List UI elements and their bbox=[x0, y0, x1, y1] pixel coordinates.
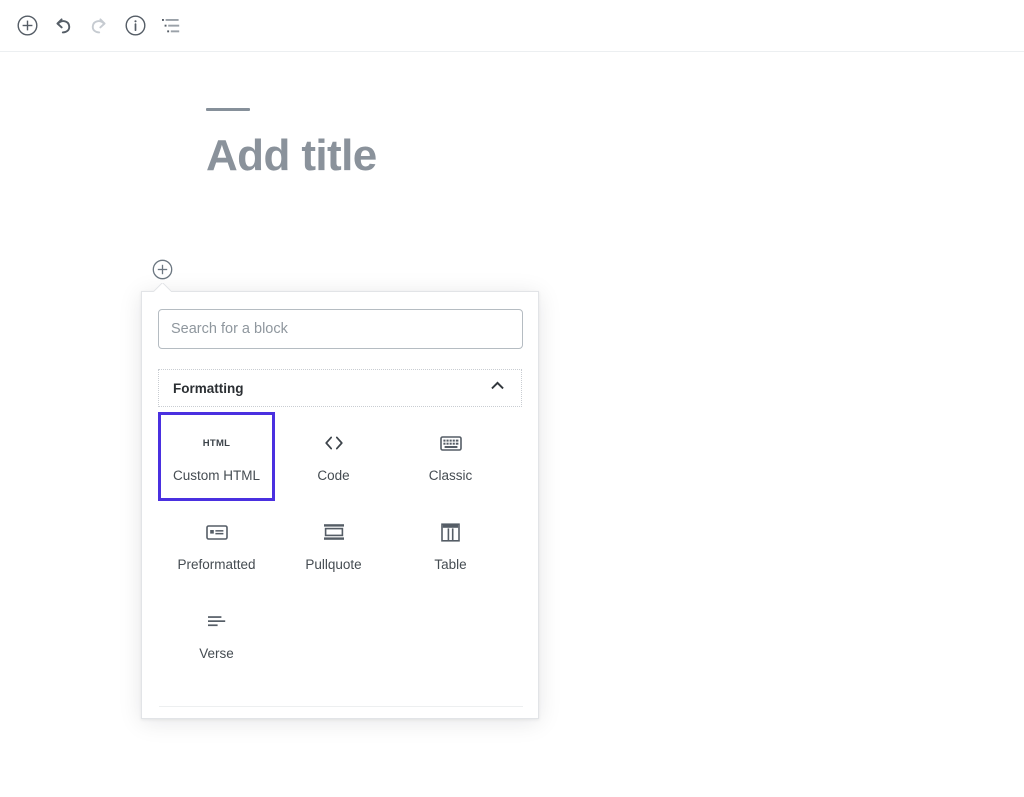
editor-screen: Add title Formatting bbox=[0, 0, 1024, 797]
title-divider bbox=[206, 108, 250, 111]
add-block-icon bbox=[17, 15, 38, 36]
block-item-label: Pullquote bbox=[305, 558, 361, 573]
editor-toolbar bbox=[0, 0, 1024, 52]
formatting-panel-body: HTML Custom HTML Code bbox=[158, 407, 522, 679]
inserter-search-row bbox=[142, 292, 538, 349]
block-item-classic[interactable]: Classic bbox=[392, 412, 509, 501]
search-input[interactable] bbox=[158, 309, 523, 349]
html-icon: HTML bbox=[203, 429, 231, 457]
block-item-preformatted[interactable]: Preformatted bbox=[158, 501, 275, 590]
chevron-up-icon bbox=[489, 377, 506, 399]
post-title-area: Add title bbox=[206, 108, 826, 179]
formatting-panel-title: Formatting bbox=[173, 381, 244, 396]
block-item-verse[interactable]: Verse bbox=[158, 590, 275, 679]
redo-button[interactable] bbox=[81, 8, 117, 44]
pullquote-icon bbox=[323, 518, 345, 546]
block-item-label: Table bbox=[434, 558, 466, 573]
block-inserter-popover: Formatting HTML Custom HTML bbox=[141, 291, 539, 719]
formatting-panel-header[interactable]: Formatting bbox=[158, 369, 522, 407]
block-item-pullquote[interactable]: Pullquote bbox=[275, 501, 392, 590]
block-item-label: Classic bbox=[429, 469, 473, 484]
block-item-table[interactable]: Table bbox=[392, 501, 509, 590]
undo-icon bbox=[52, 15, 74, 37]
verse-icon bbox=[206, 607, 228, 635]
content-structure-button[interactable] bbox=[117, 8, 153, 44]
undo-button[interactable] bbox=[45, 8, 81, 44]
block-type-grid: HTML Custom HTML Code bbox=[158, 412, 522, 679]
block-item-custom-html[interactable]: HTML Custom HTML bbox=[158, 412, 275, 501]
formatting-panel: Formatting HTML Custom HTML bbox=[158, 369, 522, 679]
block-inserter-toggle[interactable] bbox=[152, 259, 173, 280]
redo-icon bbox=[88, 15, 110, 37]
block-item-code[interactable]: Code bbox=[275, 412, 392, 501]
popover-arrow bbox=[153, 283, 171, 292]
block-item-label: Preformatted bbox=[177, 558, 255, 573]
code-icon bbox=[322, 429, 346, 457]
keyboard-icon bbox=[440, 429, 462, 457]
block-item-label: Code bbox=[317, 469, 349, 484]
add-block-button[interactable] bbox=[9, 8, 45, 44]
post-title-placeholder[interactable]: Add title bbox=[206, 133, 826, 179]
list-view-icon bbox=[161, 17, 182, 35]
plus-circle-icon bbox=[152, 268, 173, 283]
table-icon bbox=[441, 518, 460, 546]
info-icon bbox=[125, 15, 146, 36]
block-item-label: Verse bbox=[199, 647, 234, 662]
preformatted-icon bbox=[206, 518, 228, 546]
block-item-label: Custom HTML bbox=[173, 469, 260, 484]
popover-footer-divider bbox=[159, 706, 523, 707]
block-navigation-button[interactable] bbox=[153, 8, 189, 44]
